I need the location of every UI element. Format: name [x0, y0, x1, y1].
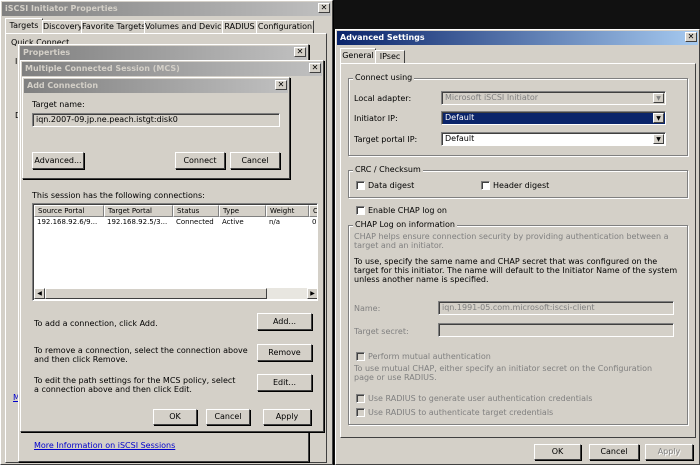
dropdown-arrow-icon[interactable]: ▼ — [653, 113, 664, 123]
cell-weight: n/a — [269, 218, 281, 226]
scroll-thumb[interactable] — [45, 288, 267, 299]
cancel-button[interactable]: Cancel — [206, 409, 250, 425]
target-name-label: Target name: — [32, 100, 85, 109]
dropdown-arrow-icon: ▼ — [653, 93, 664, 103]
target-portal-ip-combo[interactable]: Default ▼ — [441, 132, 666, 146]
window-title: Add Connection — [27, 81, 99, 90]
edit-instructions: To edit the path settings for the MCS po… — [34, 376, 236, 394]
remove-instructions: To remove a connection, select the conne… — [34, 346, 248, 364]
data-digest-label: Data digest — [368, 181, 415, 190]
dropdown-arrow-icon[interactable]: ▼ — [653, 134, 664, 144]
cancel-button[interactable]: Cancel — [589, 444, 639, 460]
ok-button[interactable]: OK — [534, 444, 581, 460]
radius-user-checkbox — [356, 394, 365, 403]
chap-help-text: CHAP helps ensure connection security by… — [354, 232, 669, 250]
tab-configuration[interactable]: Configuration — [256, 20, 314, 33]
tab-ipsec[interactable]: IPsec — [375, 50, 405, 63]
edit-button[interactable]: Edit... — [257, 374, 312, 391]
cell-c: 0 — [312, 218, 317, 226]
radius-user-label: Use RADIUS to generate user authenticati… — [368, 394, 593, 403]
connections-list[interactable]: Source Portal Target Portal Status Type … — [32, 203, 318, 301]
chap-instructions-text: To use, specify the same name and CHAP s… — [354, 257, 678, 284]
cancel-button[interactable]: Cancel — [230, 152, 280, 169]
add-connection-titlebar: Add Connection — [24, 79, 288, 93]
column-header-weight[interactable]: Weight — [266, 205, 309, 217]
apply-button: Apply — [645, 444, 693, 460]
header-digest-label: Header digest — [493, 181, 550, 190]
data-digest-checkbox[interactable] — [356, 181, 365, 190]
advanced-button[interactable]: Advanced... — [32, 152, 84, 169]
close-icon[interactable]: ✕ — [318, 3, 330, 13]
window-title: iSCSI Initiator Properties — [5, 4, 118, 13]
apply-button[interactable]: Apply — [263, 409, 311, 425]
tab-targets[interactable]: Targets — [5, 18, 43, 33]
target-portal-ip-label: Target portal IP: — [354, 135, 418, 144]
connect-button[interactable]: Connect — [175, 152, 225, 169]
enable-chap-checkbox[interactable] — [356, 206, 365, 215]
window-title: Properties — [23, 48, 71, 57]
more-info-link[interactable]: More Information on iSCSI Sessions — [34, 441, 175, 450]
iscsi-properties-titlebar: iSCSI Initiator Properties — [2, 2, 331, 16]
cell-source-portal: 192.168.92.6/9... — [37, 218, 98, 226]
connections-label: This session has the following connectio… — [32, 191, 205, 200]
tab-favorite-targets[interactable]: Favorite Targets — [81, 20, 145, 33]
horizontal-scrollbar[interactable]: ◀ ▶ — [34, 288, 317, 299]
column-header-status[interactable]: Status — [173, 205, 219, 217]
close-icon[interactable]: ✕ — [294, 47, 306, 57]
scroll-left-icon[interactable]: ◀ — [34, 288, 45, 299]
tab-volumes-and-devices[interactable]: Volumes and Devices — [144, 20, 231, 33]
advanced-settings-dialog: Advanced Settings ✕ General IPsec Connec… — [335, 29, 700, 465]
radius-target-label: Use RADIUS to authenticate target creden… — [368, 408, 554, 417]
tab-radius[interactable]: RADIUS — [222, 20, 257, 33]
mutual-auth-help: To use mutual CHAP, either specify an in… — [354, 364, 653, 382]
target-secret-label: Target secret: — [354, 327, 409, 336]
chap-logon-label: CHAP Log on information — [353, 220, 457, 229]
mutual-auth-checkbox — [356, 352, 365, 361]
mutual-auth-label: Perform mutual authentication — [368, 352, 491, 361]
window-title: Multiple Connected Session (MCS) — [25, 64, 180, 73]
local-adapter-combo: Microsoft iSCSI Initiator ▼ — [441, 91, 666, 105]
add-button[interactable]: Add... — [257, 313, 312, 330]
ok-button[interactable]: OK — [153, 409, 197, 425]
header-digest-checkbox[interactable] — [481, 181, 490, 190]
chap-name-field: iqn.1991-05.com.microsoft:iscsi-client — [438, 301, 674, 315]
properties-titlebar: Properties — [20, 46, 307, 60]
side-letter-i: I — [15, 57, 18, 66]
local-adapter-label: Local adapter: — [354, 94, 412, 103]
cell-type: Active — [222, 218, 244, 226]
add-instructions: To add a connection, click Add. — [34, 319, 158, 328]
add-connection-dialog: Add Connection ✕ Target name: iqn.2007-0… — [22, 77, 290, 179]
column-header-target-portal[interactable]: Target Portal — [104, 205, 173, 217]
cell-target-portal: 192.168.92.5/3... — [107, 218, 168, 226]
tab-discovery[interactable]: Discovery — [42, 20, 83, 33]
connect-using-label: Connect using — [353, 73, 415, 82]
close-icon[interactable]: ✕ — [275, 80, 287, 90]
mcs-titlebar: Multiple Connected Session (MCS) — [22, 62, 322, 76]
remove-button[interactable]: Remove — [257, 344, 312, 361]
close-icon[interactable]: ✕ — [309, 63, 321, 73]
close-icon[interactable]: ✕ — [685, 32, 697, 42]
table-row[interactable]: 192.168.92.6/9... 192.168.92.5/3... Conn… — [34, 218, 317, 229]
scroll-right-icon[interactable]: ▶ — [307, 288, 317, 299]
tab-general[interactable]: General — [340, 48, 376, 63]
target-secret-field — [438, 323, 674, 337]
crc-checksum-label: CRC / Checksum — [353, 165, 423, 174]
cell-status: Connected — [176, 218, 214, 226]
initiator-ip-combo[interactable]: Default ▼ — [441, 111, 666, 125]
window-title: Advanced Settings — [340, 33, 425, 42]
advanced-settings-titlebar: Advanced Settings — [337, 31, 698, 45]
enable-chap-label: Enable CHAP log on — [368, 206, 447, 215]
initiator-ip-label: Initiator IP: — [354, 114, 398, 123]
column-header-source-portal[interactable]: Source Portal — [34, 205, 104, 217]
column-header-c[interactable]: C — [309, 205, 317, 217]
column-header-type[interactable]: Type — [219, 205, 266, 217]
target-name-field: iqn.2007-09.jp.ne.peach.istgt:disk0 — [32, 113, 280, 127]
name-label: Name: — [354, 304, 381, 313]
radius-target-checkbox — [356, 408, 365, 417]
